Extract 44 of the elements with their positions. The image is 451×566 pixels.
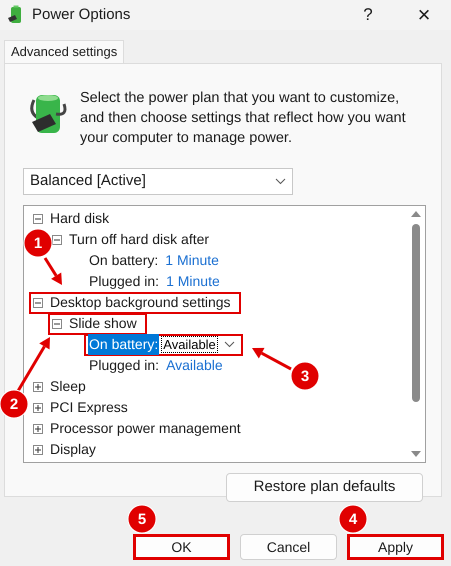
step-badge: 4 <box>338 504 368 534</box>
collapse-icon[interactable] <box>33 298 43 308</box>
chevron-down-icon <box>224 341 235 348</box>
dialog-button[interactable]: Apply <box>347 534 444 560</box>
setting-label[interactable]: Plugged in: <box>88 355 160 376</box>
tree-item[interactable]: Processor power management <box>29 418 251 440</box>
pointer-arrow <box>252 348 292 370</box>
tree-item[interactable]: Hard disk <box>29 208 120 230</box>
setting-label[interactable]: On battery: <box>88 334 160 355</box>
restore-defaults-button[interactable]: Restore plan defaults <box>226 473 423 502</box>
expand-icon[interactable] <box>33 382 43 392</box>
pointer-arrow <box>44 257 62 285</box>
setting-label[interactable]: Plugged in: <box>88 271 160 292</box>
collapse-icon[interactable] <box>52 234 62 244</box>
help-button[interactable]: ? <box>353 2 383 28</box>
window-title: Power Options <box>32 4 130 25</box>
step-badge: 5 <box>128 504 156 534</box>
tree-item[interactable]: Desktop background settings <box>29 292 241 314</box>
tree-item[interactable]: PCI Express <box>29 396 138 418</box>
setting-label[interactable]: On battery: <box>88 250 160 271</box>
step-badge: 1 <box>24 228 52 258</box>
step-badge: 2 <box>0 390 28 418</box>
expand-icon[interactable] <box>33 444 43 454</box>
dialog-button[interactable]: Cancel <box>240 534 337 560</box>
tree-item[interactable]: Sleep <box>29 376 96 398</box>
dialog-button[interactable]: OK <box>133 534 230 560</box>
tab[interactable]: Advanced settings <box>4 40 124 63</box>
scroll-down-icon[interactable] <box>411 451 421 458</box>
close-button[interactable]: × <box>409 4 439 26</box>
step-badge: 3 <box>290 362 320 390</box>
collapse-icon[interactable] <box>33 214 43 224</box>
collapse-icon[interactable] <box>52 318 62 328</box>
expand-icon[interactable] <box>33 424 43 434</box>
pointer-arrow <box>16 337 50 392</box>
chevron-down-icon <box>275 178 286 185</box>
scroll-up-icon[interactable] <box>411 210 421 217</box>
plan-dropdown[interactable]: Balanced [Active] <box>23 168 293 195</box>
instruction-text: Select the power plan that you want to customize, and then choose settings that reflect how you want your computer to manage power. <box>80 89 407 148</box>
value-link[interactable]: 1 Minute <box>166 271 220 292</box>
tree-item[interactable]: Display <box>29 438 106 460</box>
scrollbar-thumb[interactable] <box>412 224 420 402</box>
value-link[interactable]: Available <box>166 355 223 376</box>
value-link[interactable]: 1 Minute <box>165 250 219 271</box>
expand-icon[interactable] <box>33 402 43 412</box>
